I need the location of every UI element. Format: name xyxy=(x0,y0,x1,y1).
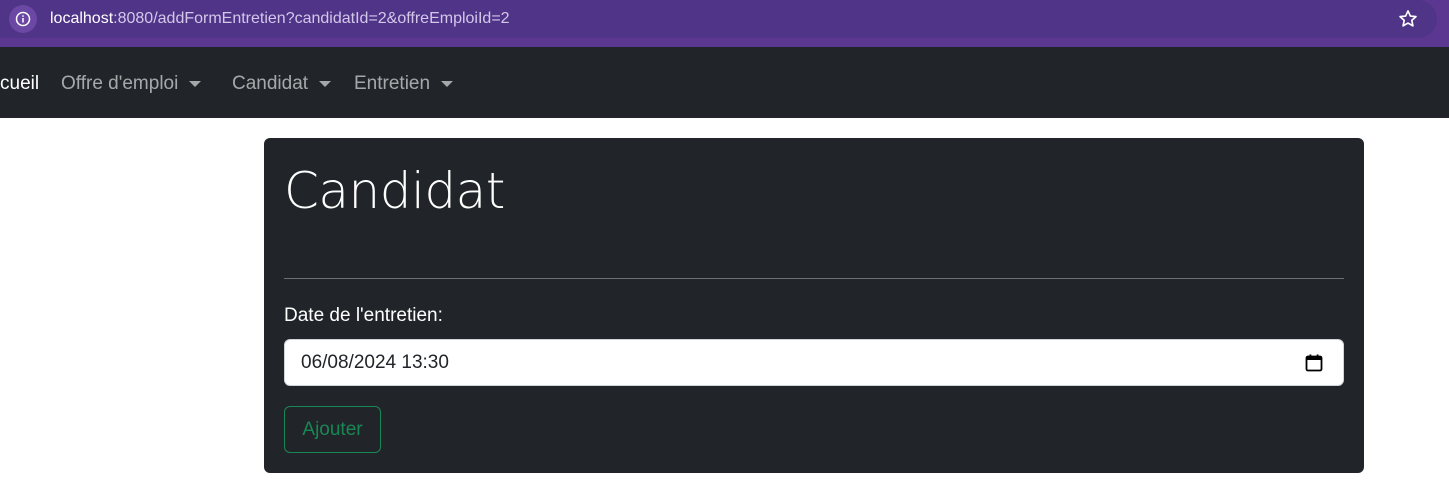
info-icon[interactable] xyxy=(9,5,37,33)
nav-accueil-label: cueil xyxy=(0,73,40,94)
nav-offre-emploi-label: Offre d'emploi xyxy=(61,73,179,94)
chevron-down-icon xyxy=(441,81,454,87)
entretien-form-card: Candidat Date de l'entretien: 06/08/2024… xyxy=(264,138,1364,473)
divider xyxy=(284,278,1344,279)
star-icon[interactable] xyxy=(1396,7,1420,31)
chevron-down-icon xyxy=(189,81,202,87)
date-value: 06/08/2024 13:30 xyxy=(301,351,449,373)
chevron-down-icon xyxy=(319,81,332,87)
nav-candidat-dropdown[interactable]: Candidat xyxy=(232,72,332,96)
calendar-icon[interactable] xyxy=(1304,353,1324,373)
nav-entretien-dropdown[interactable]: Entretien xyxy=(354,72,454,96)
ajouter-button[interactable]: Ajouter xyxy=(284,406,381,453)
date-entretien-input[interactable]: 06/08/2024 13:30 xyxy=(284,339,1344,386)
url-path: :8080/addFormEntretien?candidatId=2&offr… xyxy=(113,10,510,27)
address-bar[interactable]: localhost:8080/addFormEntretien?candidat… xyxy=(0,0,1437,38)
navbar: cueil Offre d'emploi Candidat Entretien xyxy=(0,47,1449,118)
nav-accueil[interactable]: cueil xyxy=(0,72,39,96)
url-text[interactable]: localhost:8080/addFormEntretien?candidat… xyxy=(50,9,510,29)
nav-entretien-label: Entretien xyxy=(354,73,431,94)
date-label: Date de l'entretien: xyxy=(284,305,443,326)
nav-offre-emploi-dropdown[interactable]: Offre d'emploi xyxy=(61,72,202,96)
nav-candidat-label: Candidat xyxy=(232,73,309,94)
page-title: Candidat xyxy=(284,162,505,220)
url-host: localhost xyxy=(50,10,114,27)
browser-toolbar: localhost:8080/addFormEntretien?candidat… xyxy=(0,0,1449,47)
